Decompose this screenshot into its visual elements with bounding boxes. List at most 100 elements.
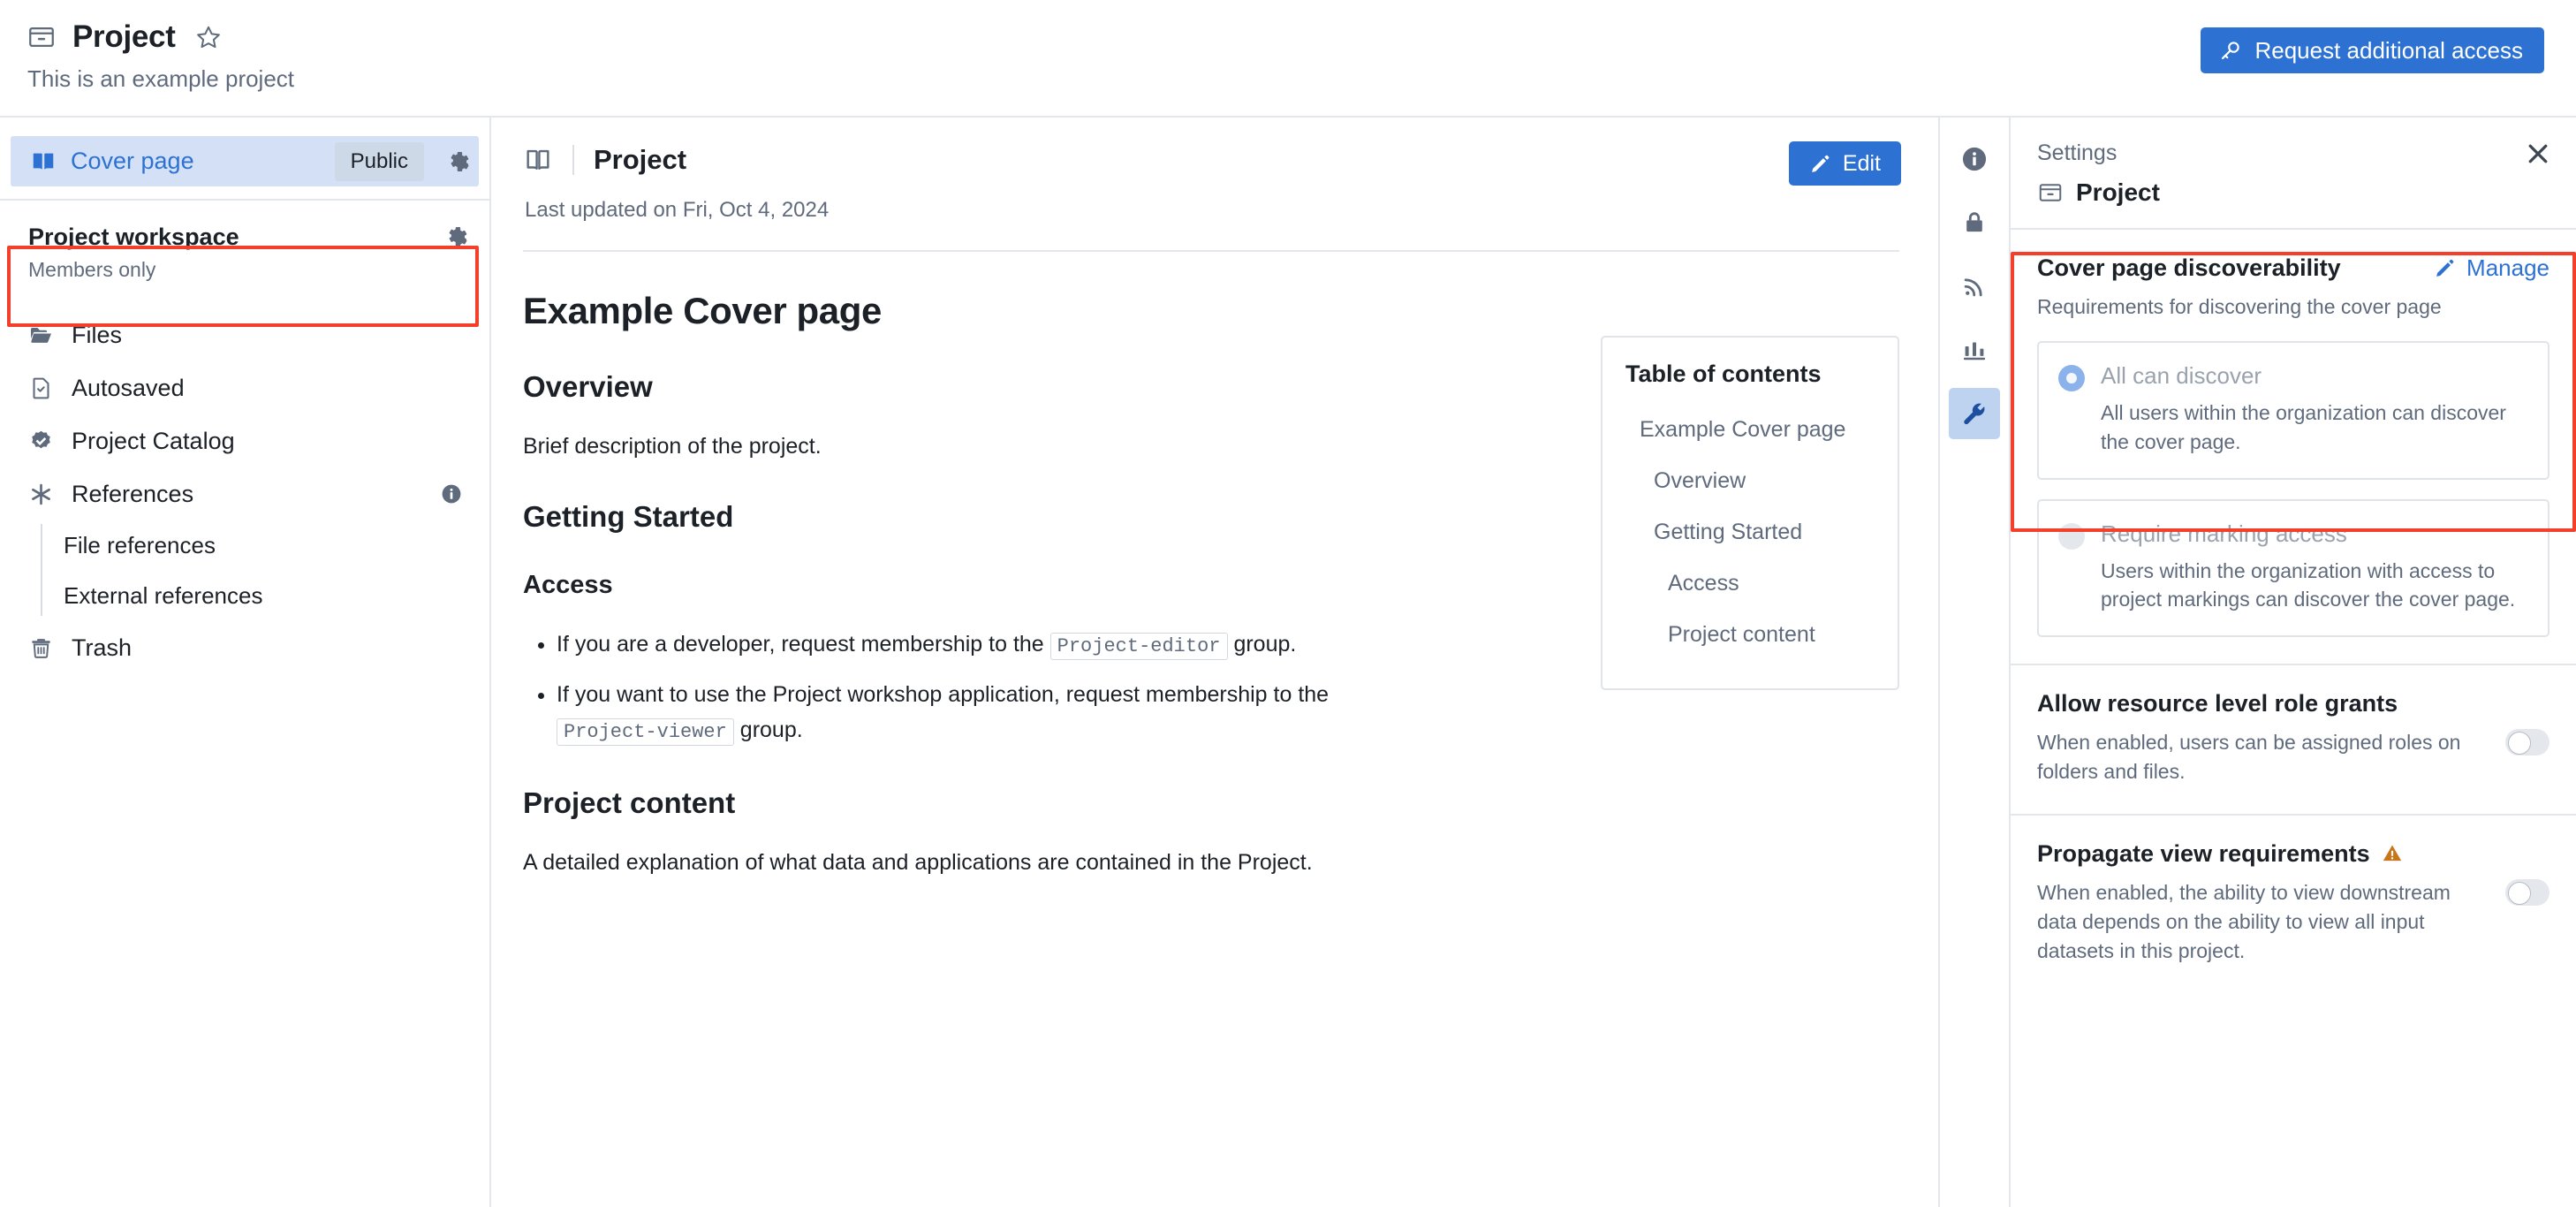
document-title: Project [594, 144, 687, 175]
propagate-row: Propagate view requirements When enabled… [2037, 840, 2549, 967]
toc-item[interactable]: Access [1625, 558, 1875, 609]
bullet-1-text-after: group. [1227, 632, 1297, 657]
warning-triangle-icon [2383, 845, 2401, 862]
title-divider [572, 145, 574, 175]
radio-option-description: Users within the organization with acces… [2101, 558, 2516, 611]
sidebar-item-external-references[interactable]: External references [64, 571, 489, 621]
trash-icon [32, 638, 50, 658]
document-last-updated: Last updated on Fri, Oct 4, 2024 [525, 198, 830, 222]
propagate-title: Propagate view requirements [2037, 839, 2370, 867]
asterisk-icon [32, 483, 50, 505]
sidebar-item-trash-label: Trash [72, 634, 133, 661]
discoverability-title: Cover page discoverability [2037, 254, 2341, 281]
gear-icon[interactable] [445, 148, 472, 175]
sidebar-item-files[interactable]: Files [0, 308, 489, 361]
radio-option-require-marking-access[interactable]: Require marking access Users within the … [2037, 498, 2549, 637]
role-grants-texts: Allow resource level role grants When en… [2037, 690, 2488, 787]
folder-icon [31, 327, 51, 343]
discoverability-title-row: Cover page discoverability Manage [2037, 254, 2549, 282]
settings-section-propagate: Propagate view requirements When enabled… [2011, 816, 2576, 993]
sidebar-item-autosaved[interactable]: Autosaved [0, 361, 489, 414]
workspace-header: Project workspace [0, 201, 489, 251]
sidebar-item-project-catalog-label: Project Catalog [72, 427, 235, 454]
sidebar: Cover page Public Project workspace Memb… [0, 118, 491, 1207]
document-panel: Project Edit Last updated on Fri, Oct 4,… [491, 118, 1938, 1207]
project-box-icon [2039, 184, 2062, 201]
rail-button-lock[interactable] [1949, 197, 2000, 248]
role-grants-title: Allow resource level role grants [2037, 689, 2398, 717]
sidebar-item-trash[interactable]: Trash [0, 621, 489, 674]
sidebar-item-file-references-label: File references [64, 532, 216, 558]
settings-project-name: Project [2076, 178, 2160, 206]
top-bar: Project This is an example project Reque… [0, 0, 2576, 118]
close-icon[interactable] [2525, 140, 2551, 167]
radio-option-all-can-discover[interactable]: All can discover All users within the or… [2037, 341, 2549, 480]
manage-label: Manage [2466, 254, 2549, 281]
radio-option-label: All can discover [2101, 362, 2262, 390]
sidebar-item-project-catalog[interactable]: Project Catalog [0, 414, 489, 467]
body-region: Cover page Public Project workspace Memb… [0, 118, 2576, 1207]
radio-option-label: Require marking access [2101, 520, 2347, 547]
panel-icon-rail [1938, 118, 2011, 1207]
inline-code-project-editor: Project-editor [1049, 633, 1228, 661]
doc-heading-project-content: Project content [523, 786, 736, 819]
pencil-icon [2436, 259, 2454, 277]
table-of-contents-title: Table of contents [1625, 361, 1822, 387]
document-header: Project Edit Last updated on Fri, Oct 4,… [491, 118, 1938, 223]
rail-button-feed[interactable] [1949, 261, 2000, 312]
role-grants-description: When enabled, users can be assigned role… [2037, 730, 2461, 784]
sidebar-item-cover-page[interactable]: Cover page Public [11, 136, 479, 186]
app-root: Project This is an example project Reque… [0, 0, 2576, 1207]
document-body: Example Cover page Overview Brief descri… [491, 290, 1938, 878]
settings-section-role-grants: Allow resource level role grants When en… [2011, 665, 2576, 816]
page-subtitle: This is an example project [27, 65, 295, 92]
edit-button[interactable]: Edit [1788, 141, 1901, 186]
settings-kicker: Settings [2037, 140, 2118, 165]
propagate-description: When enabled, the ability to view downst… [2037, 880, 2451, 963]
gear-icon[interactable] [443, 224, 470, 250]
document-rule [523, 250, 1899, 252]
sidebar-item-references-label: References [72, 480, 194, 507]
doc-heading-1: Example Cover page [523, 290, 882, 331]
list-item: If you want to use the Project workshop … [557, 677, 1440, 748]
request-additional-access-button[interactable]: Request additional access [2201, 27, 2544, 73]
star-icon[interactable] [195, 24, 222, 50]
sidebar-item-cover-page-label: Cover page [71, 148, 194, 174]
rail-button-chart[interactable] [1949, 324, 2000, 376]
toc-item[interactable]: Overview [1625, 455, 1875, 506]
info-icon[interactable] [440, 482, 463, 505]
manage-discoverability-button[interactable]: Manage [2434, 254, 2549, 282]
sidebar-item-references[interactable]: References [0, 467, 489, 520]
page-title-row: Project [27, 19, 2576, 55]
doc-paragraph-project-content: A detailed explanation of what data and … [523, 850, 1313, 875]
workspace-subtitle: Members only [28, 258, 156, 281]
toc-item[interactable]: Project content [1625, 609, 1875, 660]
rail-button-info[interactable] [1949, 133, 2000, 185]
toc-item[interactable]: Example Cover page [1625, 404, 1875, 455]
inline-code-project-viewer: Project-viewer [557, 718, 734, 747]
book-icon [33, 153, 54, 170]
bullet-2-text-after: group. [733, 717, 803, 743]
visibility-badge: Public [334, 141, 424, 181]
settings-section-discoverability: Cover page discoverability Manage Requir… [2011, 230, 2576, 665]
wrench-icon [1964, 403, 1985, 425]
rail-button-settings[interactable] [1949, 388, 2000, 439]
sidebar-subnav-references: File references External references [41, 520, 489, 621]
sidebar-item-autosaved-label: Autosaved [72, 374, 185, 401]
role-grants-toggle[interactable] [2505, 728, 2549, 755]
document-title-row: Project [523, 144, 1899, 176]
propagate-title-row: Propagate view requirements [2037, 840, 2488, 868]
sidebar-item-external-references-label: External references [64, 582, 263, 609]
list-item: If you are a developer, request membersh… [557, 626, 1440, 663]
sidebar-item-file-references[interactable]: File references [64, 520, 489, 571]
verified-check-icon [32, 430, 50, 448]
info-icon [1962, 147, 1987, 171]
role-grants-row: Allow resource level role grants When en… [2037, 690, 2549, 787]
bullet-2-text-before: If you want to use the Project workshop … [557, 681, 1330, 707]
workspace-title: Project workspace [28, 224, 239, 250]
table-of-contents: Table of contents Example Cover page Ove… [1601, 336, 1899, 690]
toc-item[interactable]: Getting Started [1625, 506, 1875, 558]
edit-button-label: Edit [1842, 150, 1881, 176]
sidebar-nav: Files Autosaved Project Catalog Referenc… [0, 308, 489, 674]
propagate-toggle[interactable] [2505, 878, 2549, 906]
